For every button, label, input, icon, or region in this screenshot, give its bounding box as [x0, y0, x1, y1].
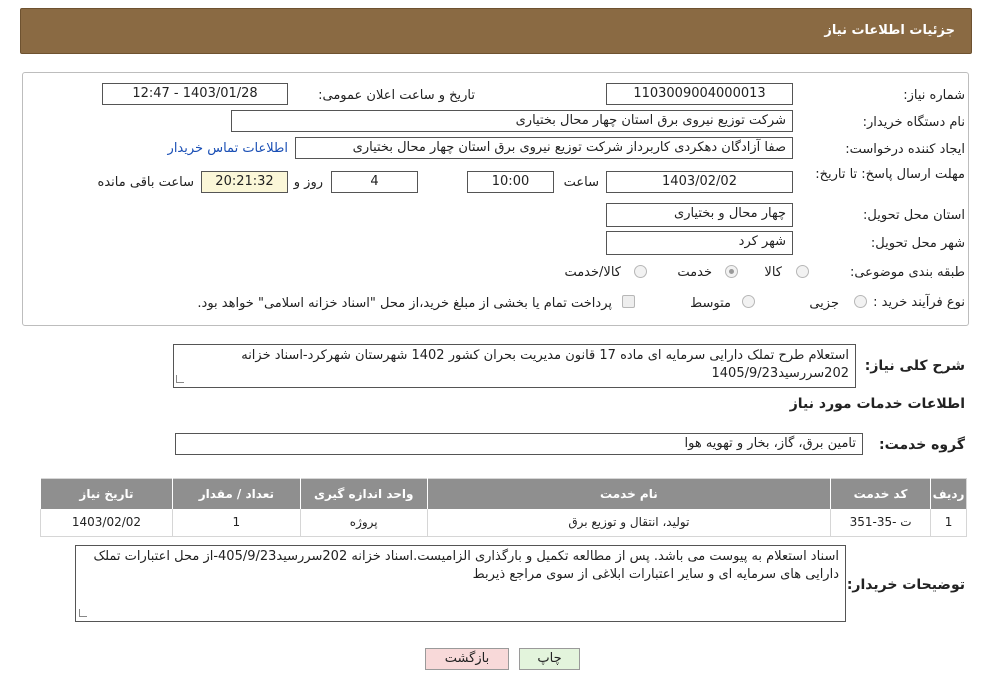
- days-remaining-field: 4: [331, 171, 418, 193]
- process-radio-minor[interactable]: [854, 295, 867, 308]
- cell-code: ت -35-351: [830, 508, 931, 537]
- deadline-label: مهلت ارسال پاسخ: تا تاریخ:: [815, 167, 965, 182]
- category-option-service: خدمت: [677, 265, 712, 280]
- cell-unit: پروژه: [299, 508, 428, 537]
- resize-handle-icon[interactable]: [176, 375, 184, 383]
- need-number-label: شماره نیاز:: [903, 88, 965, 103]
- province-field: چهار محال و بختیاری: [606, 203, 793, 227]
- buyer-org-field: شرکت توزیع نیروی برق استان چهار محال بخت…: [231, 110, 793, 132]
- deadline-date-field: 1403/02/02: [606, 171, 793, 193]
- cell-row: 1: [930, 508, 967, 537]
- requester-field: صفا آزادگان دهکردی کاربرداز شرکت توزیع ن…: [295, 137, 793, 159]
- col-name-header: نام خدمت: [426, 478, 831, 509]
- buyer-notes-text: اسناد استعلام به پیوست می باشد. پس از مط…: [93, 549, 839, 582]
- services-table: ردیف کد خدمت نام خدمت واحد اندازه گیری ت…: [40, 478, 967, 537]
- days-label: روز و: [293, 175, 323, 190]
- table-row: 1 ت -35-351 تولید، انتقال و توزیع برق پر…: [40, 508, 967, 537]
- requester-label: ایجاد کننده درخواست:: [845, 142, 965, 157]
- summary-text: استعلام طرح تملک دارایی سرمایه ای ماده 1…: [241, 348, 849, 381]
- buyer-notes-textarea[interactable]: اسناد استعلام به پیوست می باشد. پس از مط…: [75, 545, 846, 622]
- resize-handle-icon[interactable]: [79, 609, 87, 617]
- deadline-time-field: 10:00: [467, 171, 554, 193]
- process-option-medium: متوسط: [690, 296, 731, 311]
- process-option-minor: جزیی: [809, 296, 839, 311]
- need-number-field: 1103009004000013: [606, 83, 793, 105]
- col-unit-header: واحد اندازه گیری: [299, 478, 428, 509]
- category-label: طبقه بندی موضوعی:: [849, 265, 965, 280]
- col-code-header: کد خدمت: [830, 478, 931, 509]
- process-radio-medium[interactable]: [742, 295, 755, 308]
- services-section-title: اطلاعات خدمات مورد نیاز: [789, 396, 965, 412]
- city-field: شهر کرد: [606, 231, 793, 255]
- category-radio-goods-service[interactable]: [634, 265, 647, 278]
- back-button[interactable]: بازگشت: [425, 648, 509, 670]
- remaining-label: ساعت باقی مانده: [97, 175, 194, 190]
- buyer-org-label: نام دستگاه خریدار:: [862, 115, 965, 130]
- col-qty-header: تعداد / مقدار: [171, 478, 301, 509]
- category-option-goods: کالا: [764, 265, 782, 280]
- cell-date: 1403/02/02: [40, 508, 173, 537]
- province-label: استان محل تحویل:: [863, 208, 965, 223]
- table-header-row: ردیف کد خدمت نام خدمت واحد اندازه گیری ت…: [40, 478, 967, 509]
- page-header: جزئیات اطلاعات نیاز: [20, 8, 972, 54]
- col-row-header: ردیف: [930, 478, 967, 509]
- summary-label: شرح کلی نیاز:: [864, 358, 965, 374]
- remaining-time-field: 20:21:32: [201, 171, 288, 193]
- payment-checkbox[interactable]: [622, 295, 635, 308]
- summary-textarea[interactable]: استعلام طرح تملک دارایی سرمایه ای ماده 1…: [173, 344, 856, 388]
- contact-buyer-link[interactable]: اطلاعات تماس خریدار: [168, 141, 288, 156]
- cell-name: تولید، انتقال و توزیع برق: [426, 508, 831, 537]
- category-radio-goods[interactable]: [796, 265, 809, 278]
- payment-note: پرداخت تمام یا بخشی از مبلغ خرید،از محل …: [197, 296, 612, 311]
- category-radio-service[interactable]: [725, 265, 738, 278]
- service-group-label: گروه خدمت:: [879, 437, 965, 453]
- buyer-notes-label: توضیحات خریدار:: [846, 577, 965, 593]
- page-title: جزئیات اطلاعات نیاز: [824, 23, 955, 38]
- service-group-field: تامین برق، گاز، بخار و تهویه هوا: [175, 433, 863, 455]
- cell-qty: 1: [171, 508, 301, 537]
- announce-label: تاریخ و ساعت اعلان عمومی:: [318, 88, 475, 103]
- print-button[interactable]: چاپ: [519, 648, 580, 670]
- deadline-time-label: ساعت: [563, 175, 599, 190]
- announce-datetime-field: 1403/01/28 - 12:47: [102, 83, 288, 105]
- process-label: نوع فرآیند خرید :: [873, 295, 965, 310]
- col-date-header: تاریخ نیاز: [40, 478, 173, 509]
- city-label: شهر محل تحویل:: [870, 236, 965, 251]
- category-option-goods-service: کالا/خدمت: [564, 265, 621, 280]
